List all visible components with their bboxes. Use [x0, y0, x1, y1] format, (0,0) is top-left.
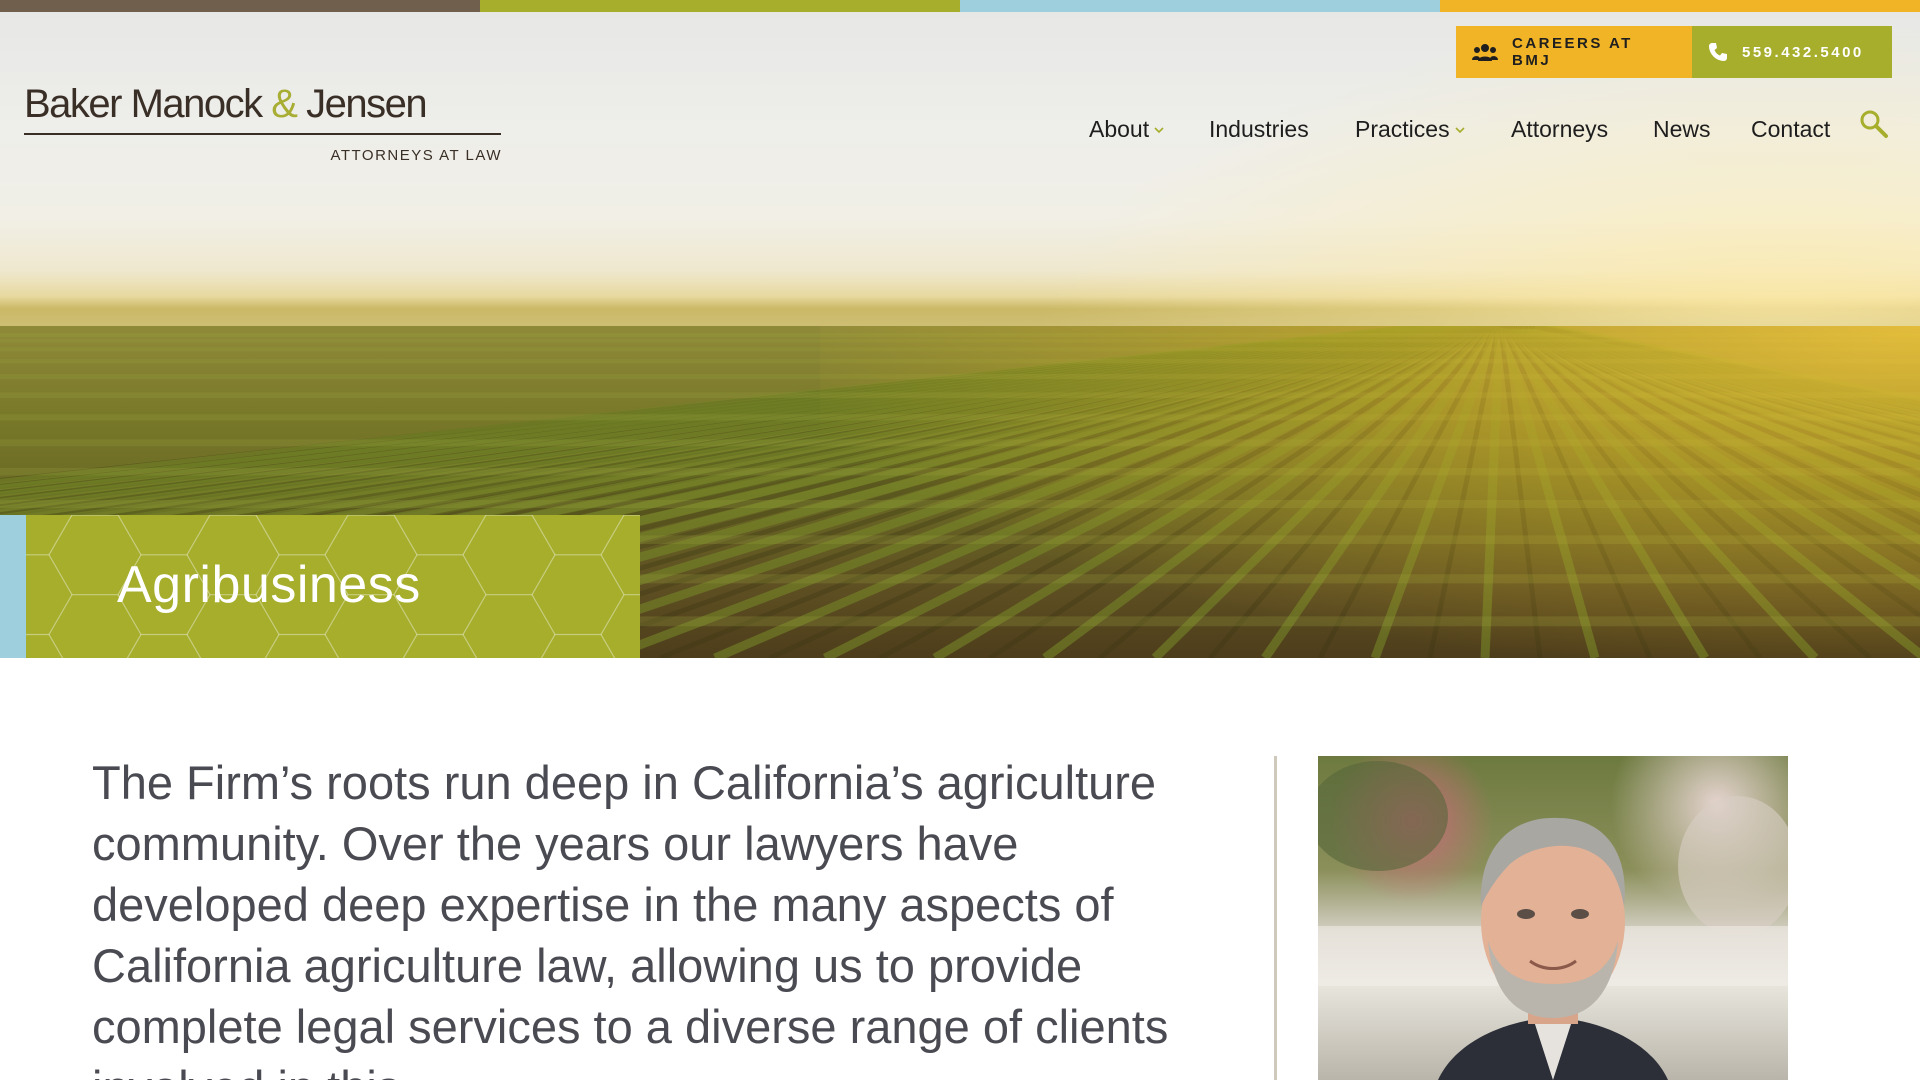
- top-color-strip: [0, 0, 1920, 12]
- people-icon: [1472, 44, 1498, 61]
- column-divider: [1274, 756, 1277, 1080]
- page-title-block: Agribusiness: [26, 515, 640, 658]
- nav-label: Attorneys: [1511, 116, 1609, 142]
- nav-item-attorneys[interactable]: Attorneys: [1511, 116, 1608, 143]
- nav-label: Practices: [1355, 116, 1450, 142]
- nav-item-contact[interactable]: Contact: [1751, 116, 1830, 143]
- nav-item-news[interactable]: News: [1653, 116, 1711, 143]
- strip-segment-gold: [1440, 0, 1920, 12]
- chevron-down-icon: [1455, 126, 1465, 133]
- careers-button[interactable]: CAREERS AT BMJ: [1456, 26, 1692, 78]
- firm-logo[interactable]: Baker Manock & Jensen ATTORNEYS AT LAW: [24, 82, 504, 164]
- phone-number: 559.432.5400: [1742, 43, 1864, 61]
- intro-paragraph: The Firm’s roots run deep in California’…: [92, 756, 1169, 1080]
- logo-rule: [24, 133, 501, 135]
- phone-icon: [1709, 43, 1727, 61]
- sunlight-wash: [820, 326, 1920, 658]
- nav-item-about[interactable]: About: [1089, 116, 1165, 143]
- title-accent-bar: [0, 515, 26, 658]
- strip-segment-blue: [960, 0, 1440, 12]
- search-button[interactable]: [1858, 108, 1890, 140]
- nav-label: About: [1089, 116, 1150, 142]
- page-title: Agribusiness: [117, 556, 421, 614]
- nav-label: News: [1653, 116, 1711, 142]
- careers-label: CAREERS AT BMJ: [1512, 35, 1633, 69]
- phone-button[interactable]: 559.432.5400: [1692, 26, 1892, 78]
- strip-segment-brown: [0, 0, 480, 12]
- logo-tagline: ATTORNEYS AT LAW: [330, 147, 502, 164]
- attorney-portrait: [1318, 756, 1788, 1080]
- strip-segment-olive: [480, 0, 960, 12]
- nav-item-industries[interactable]: Industries: [1209, 116, 1309, 143]
- logo-wordmark: Baker Manock & Jensen: [24, 82, 428, 126]
- nav-label: Contact: [1751, 116, 1831, 142]
- nav-label: Industries: [1209, 116, 1309, 142]
- nav-item-practices[interactable]: Practices: [1355, 116, 1466, 143]
- portrait-figure: [1318, 761, 1788, 1080]
- search-icon: [1860, 110, 1888, 138]
- chevron-down-icon: [1154, 126, 1164, 133]
